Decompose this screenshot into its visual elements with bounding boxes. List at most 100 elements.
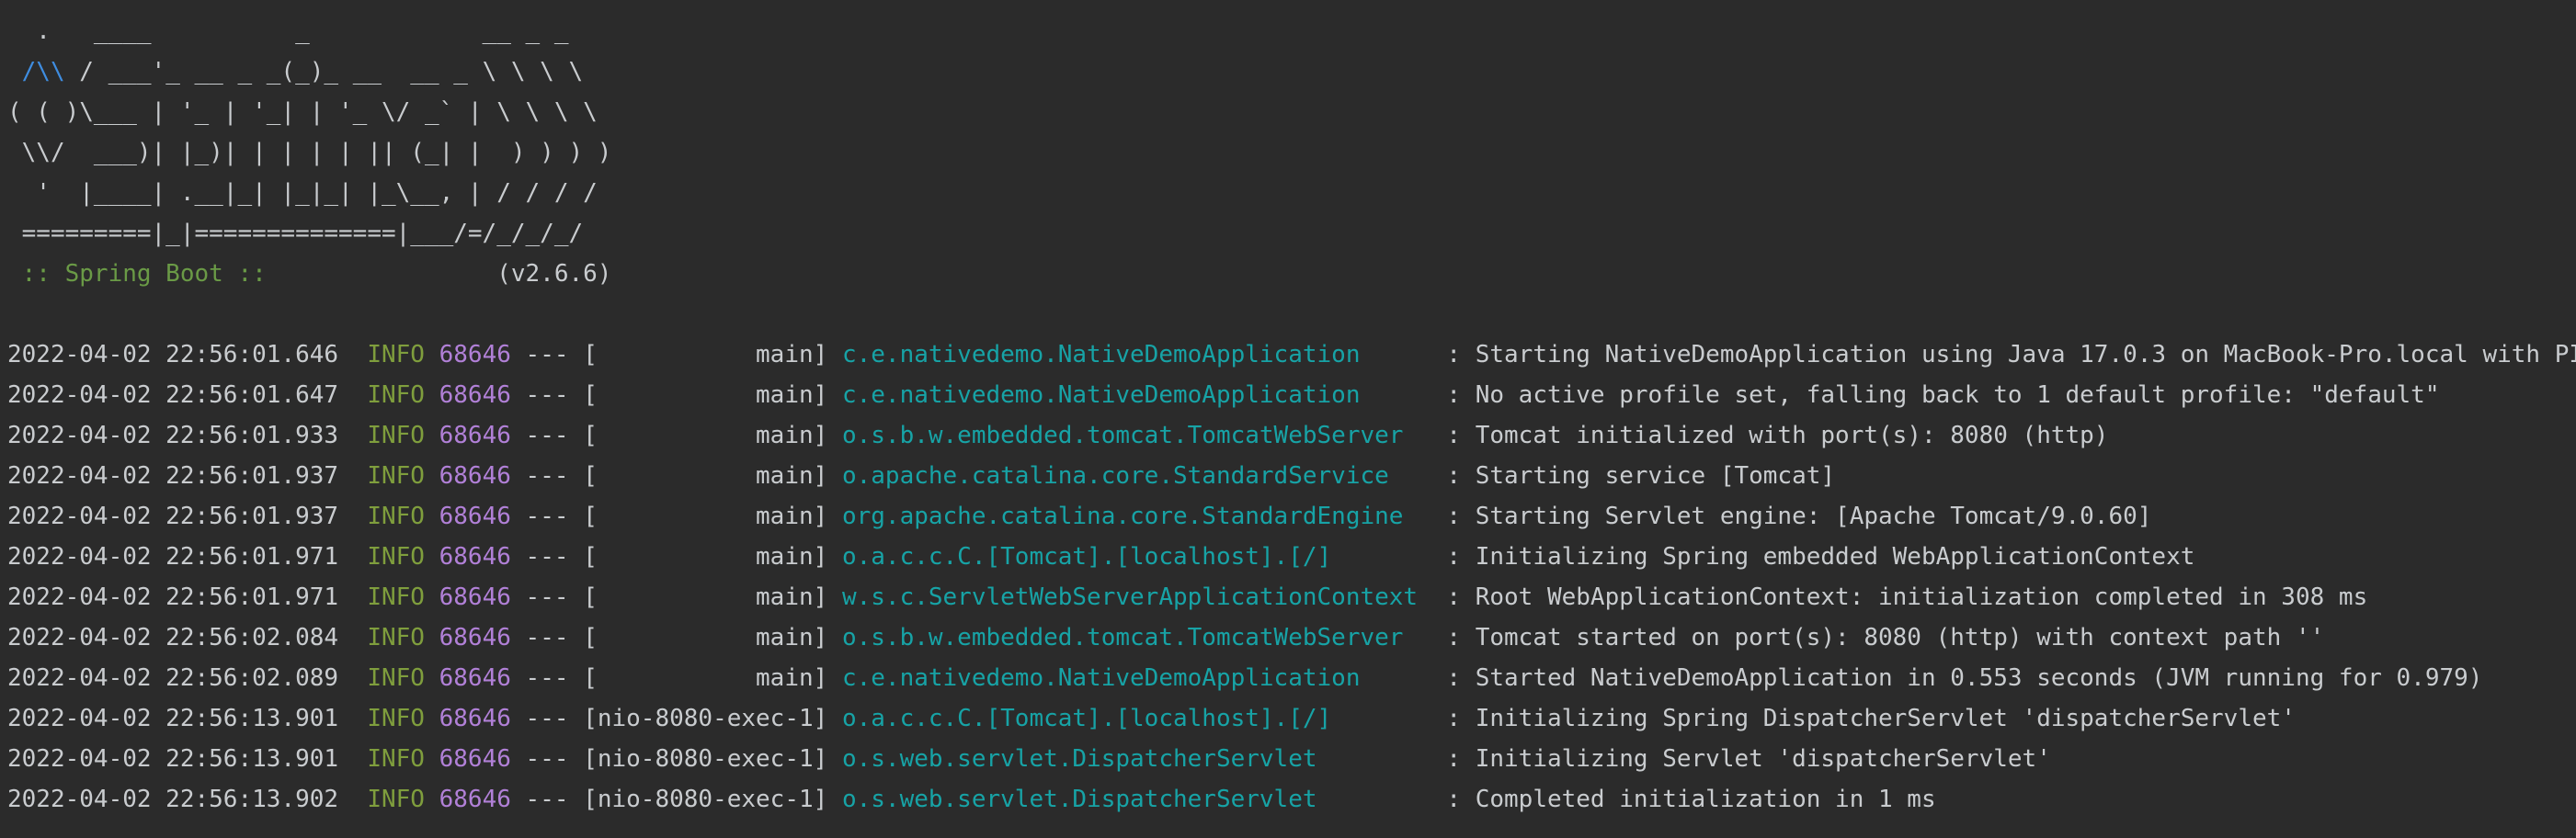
log-thread: [ main] xyxy=(583,624,828,651)
log-pid: 68646 xyxy=(439,381,511,409)
log-separator: --- xyxy=(510,422,584,449)
log-pid: 68646 xyxy=(439,705,511,732)
log-logger: w.s.c.ServletWebServerApplicationContext xyxy=(841,583,1432,611)
log-logger: c.e.nativedemo.NativeDemoApplication xyxy=(841,381,1432,409)
log-timestamp: 2022-04-02 22:56:13.902 xyxy=(7,786,339,813)
log-logger: c.e.nativedemo.NativeDemoApplication xyxy=(841,664,1432,692)
log-separator: --- xyxy=(510,462,584,490)
log-thread: [ main] xyxy=(583,664,828,692)
log-message: : Root WebApplicationContext: initializa… xyxy=(1431,583,2368,611)
spring-boot-version: (v2.6.6) xyxy=(266,260,612,288)
log-pid: 68646 xyxy=(439,786,511,813)
log-level: INFO xyxy=(367,503,425,530)
log-separator: --- xyxy=(510,583,584,611)
log-message: : No active profile set, falling back to… xyxy=(1431,381,2440,409)
log-message: : Starting Servlet engine: [Apache Tomca… xyxy=(1431,503,2152,530)
log-timestamp: 2022-04-02 22:56:13.901 xyxy=(7,745,339,773)
log-level: INFO xyxy=(367,381,425,409)
log-line: 2022-04-02 22:56:01.971 INFO 68646 --- [… xyxy=(7,577,2576,617)
log-line: 2022-04-02 22:56:02.084 INFO 68646 --- [… xyxy=(7,617,2576,658)
log-pid: 68646 xyxy=(439,624,511,651)
log-thread: [ main] xyxy=(583,543,828,571)
log-level: INFO xyxy=(367,583,425,611)
log-message: : Tomcat initialized with port(s): 8080 … xyxy=(1431,422,2109,449)
spring-boot-label: :: Spring Boot :: xyxy=(7,260,267,288)
log-lines: 2022-04-02 22:56:01.646 INFO 68646 --- [… xyxy=(7,334,2576,820)
log-level: INFO xyxy=(367,462,425,490)
banner-line-2-prefix xyxy=(7,58,22,85)
log-pid: 68646 xyxy=(439,664,511,692)
log-timestamp: 2022-04-02 22:56:01.971 xyxy=(7,583,339,611)
log-level: INFO xyxy=(367,624,425,651)
log-logger: o.s.b.w.embedded.tomcat.TomcatWebServer xyxy=(841,422,1432,449)
log-timestamp: 2022-04-02 22:56:01.971 xyxy=(7,543,339,571)
log-message: : Initializing Servlet 'dispatcherServle… xyxy=(1431,745,2051,773)
log-separator: --- xyxy=(510,786,584,813)
log-separator: --- xyxy=(510,664,584,692)
banner-line-2-rest: / ___'_ __ _ _(_)_ __ __ _ \ \ \ \ xyxy=(64,58,584,85)
log-logger: o.a.c.c.C.[Tomcat].[localhost].[/] xyxy=(841,543,1432,571)
log-thread: [ main] xyxy=(583,583,828,611)
console-output[interactable]: . ____ _ __ _ _ /\\ / ___'_ __ _ _(_)_ _… xyxy=(7,11,2576,838)
log-level: INFO xyxy=(367,543,425,571)
log-message: : Initializing Spring DispatcherServlet … xyxy=(1431,705,2296,732)
log-logger: org.apache.catalina.core.StandardEngine xyxy=(841,503,1432,530)
banner-line-4: \\/ ___)| |_)| | | | | || (_| | ) ) ) ) xyxy=(7,139,612,166)
log-timestamp: 2022-04-02 22:56:01.933 xyxy=(7,422,339,449)
log-logger: o.s.b.w.embedded.tomcat.TomcatWebServer xyxy=(841,624,1432,651)
log-thread: [nio-8080-exec-1] xyxy=(583,745,828,773)
log-pid: 68646 xyxy=(439,745,511,773)
log-message: : Tomcat started on port(s): 8080 (http)… xyxy=(1431,624,2325,651)
log-separator: --- xyxy=(510,341,584,368)
log-level: INFO xyxy=(367,705,425,732)
log-thread: [nio-8080-exec-1] xyxy=(583,705,828,732)
log-pid: 68646 xyxy=(439,583,511,611)
log-level: INFO xyxy=(367,745,425,773)
spring-logo-mark: /\\ xyxy=(21,58,65,85)
log-line: 2022-04-02 22:56:01.646 INFO 68646 --- [… xyxy=(7,334,2576,375)
log-logger: o.apache.catalina.core.StandardService xyxy=(841,462,1432,490)
log-logger: o.s.web.servlet.DispatcherServlet xyxy=(841,745,1432,773)
log-line: 2022-04-02 22:56:01.933 INFO 68646 --- [… xyxy=(7,415,2576,456)
log-message: : Started NativeDemoApplication in 0.553… xyxy=(1431,664,2483,692)
log-line: 2022-04-02 22:56:13.902 INFO 68646 --- [… xyxy=(7,779,2576,820)
log-logger: o.s.web.servlet.DispatcherServlet xyxy=(841,786,1432,813)
log-line: 2022-04-02 22:56:02.089 INFO 68646 --- [… xyxy=(7,658,2576,698)
log-logger: c.e.nativedemo.NativeDemoApplication xyxy=(841,341,1432,368)
banner-line-6: =========|_|==============|___/=/_/_/_/ xyxy=(7,220,584,247)
log-thread: [ main] xyxy=(583,503,828,530)
log-thread: [ main] xyxy=(583,462,828,490)
log-separator: --- xyxy=(510,503,584,530)
log-separator: --- xyxy=(510,543,584,571)
log-separator: --- xyxy=(510,745,584,773)
log-message: : Initializing Spring embedded WebApplic… xyxy=(1431,543,2195,571)
log-thread: [ main] xyxy=(583,422,828,449)
banner-line-2: /\\ / ___'_ __ _ _(_)_ __ __ _ \ \ \ \ xyxy=(7,51,2576,92)
log-line: 2022-04-02 22:56:01.647 INFO 68646 --- [… xyxy=(7,375,2576,415)
log-pid: 68646 xyxy=(439,503,511,530)
log-pid: 68646 xyxy=(439,543,511,571)
log-thread: [nio-8080-exec-1] xyxy=(583,786,828,813)
log-thread: [ main] xyxy=(583,381,828,409)
log-timestamp: 2022-04-02 22:56:01.937 xyxy=(7,503,339,530)
banner-line-3: ( ( )\___ | '_ | '_| | '_ \/ _` | \ \ \ … xyxy=(7,98,598,126)
log-pid: 68646 xyxy=(439,462,511,490)
log-message: : Starting NativeDemoApplication using J… xyxy=(1431,341,2576,368)
log-line: 2022-04-02 22:56:01.937 INFO 68646 --- [… xyxy=(7,496,2576,537)
log-message: : Starting service [Tomcat] xyxy=(1431,462,1836,490)
spring-boot-version-line: :: Spring Boot :: (v2.6.6) xyxy=(7,254,2576,294)
log-line: 2022-04-02 22:56:01.971 INFO 68646 --- [… xyxy=(7,537,2576,577)
log-separator: --- xyxy=(510,624,584,651)
log-separator: --- xyxy=(510,381,584,409)
log-timestamp: 2022-04-02 22:56:01.646 xyxy=(7,341,339,368)
log-line: 2022-04-02 22:56:13.901 INFO 68646 --- [… xyxy=(7,739,2576,779)
log-level: INFO xyxy=(367,786,425,813)
banner-line-5: ' |____| .__|_| |_|_| |_\__, | / / / / xyxy=(7,179,598,207)
log-timestamp: 2022-04-02 22:56:13.901 xyxy=(7,705,339,732)
log-timestamp: 2022-04-02 22:56:01.937 xyxy=(7,462,339,490)
log-timestamp: 2022-04-02 22:56:02.089 xyxy=(7,664,339,692)
log-line: 2022-04-02 22:56:01.937 INFO 68646 --- [… xyxy=(7,456,2576,496)
log-timestamp: 2022-04-02 22:56:01.647 xyxy=(7,381,339,409)
log-logger: o.a.c.c.C.[Tomcat].[localhost].[/] xyxy=(841,705,1432,732)
